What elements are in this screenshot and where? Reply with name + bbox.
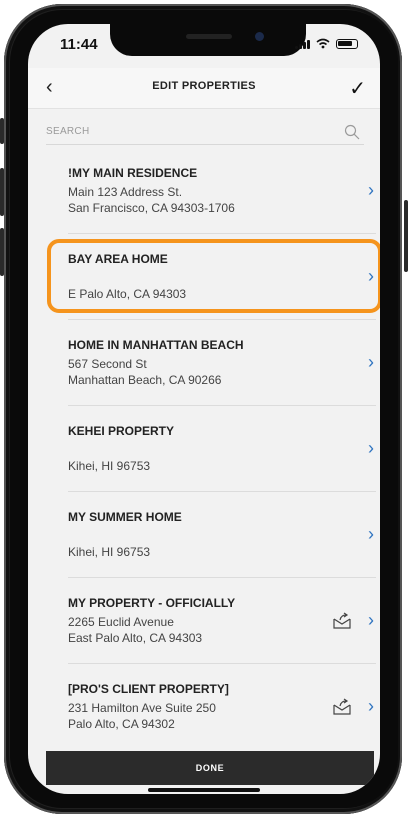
checkmark-icon[interactable]: ✓ — [349, 76, 366, 101]
mute-switch — [0, 118, 4, 144]
shared-property-icon — [333, 612, 351, 629]
property-address-line2: Manhattan Beach, CA 90266 — [68, 373, 222, 387]
nav-bar: ‹ EDIT PROPERTIES ✓ — [28, 68, 380, 109]
chevron-right-icon[interactable]: › — [368, 352, 374, 373]
property-name: [PRO'S CLIENT PROPERTY] — [68, 682, 229, 696]
property-address-line2: Palo Alto, CA 94302 — [68, 717, 175, 731]
chevron-right-icon[interactable]: › — [368, 696, 374, 717]
property-address-line1: 231 Hamilton Ave Suite 250 — [68, 701, 216, 715]
volume-down-button — [0, 228, 4, 276]
chevron-right-icon[interactable]: › — [368, 438, 374, 459]
search-input[interactable]: SEARCH — [46, 122, 364, 145]
status-time: 11:44 — [60, 36, 98, 53]
page-title: EDIT PROPERTIES — [152, 80, 256, 92]
property-item[interactable]: !MY MAIN RESIDENCE Main 123 Address St. … — [28, 148, 380, 234]
status-icons — [295, 38, 358, 49]
property-name: MY PROPERTY - OFFICIALLY — [68, 596, 236, 610]
status-bar: 11:44 — [28, 24, 380, 68]
property-name: KEHEI PROPERTY — [68, 424, 175, 438]
property-item[interactable]: HOME IN MANHATTAN BEACH 567 Second St Ma… — [28, 320, 380, 406]
shared-property-icon — [333, 698, 351, 715]
notch — [110, 24, 306, 56]
chevron-right-icon[interactable]: › — [368, 524, 374, 545]
property-name: MY SUMMER HOME — [68, 510, 182, 524]
property-address-line1: Main 123 Address St. — [68, 185, 183, 199]
battery-icon — [336, 38, 358, 49]
wifi-icon — [316, 38, 330, 49]
front-camera — [255, 32, 264, 41]
property-item[interactable]: [PRO'S CLIENT PROPERTY] 231 Hamilton Ave… — [28, 664, 380, 750]
search-icon[interactable] — [344, 124, 360, 140]
property-address-line1: 2265 Euclid Avenue — [68, 615, 174, 629]
chevron-right-icon[interactable]: › — [368, 180, 374, 201]
property-item[interactable]: MY PROPERTY - OFFICIALLY 2265 Euclid Ave… — [28, 578, 380, 664]
property-address-line1: 567 Second St — [68, 357, 147, 371]
speaker-grille — [186, 34, 232, 39]
property-address-line2: East Palo Alto, CA 94303 — [68, 631, 203, 645]
property-name: !MY MAIN RESIDENCE — [68, 166, 198, 180]
property-address-line2: Kihei, HI 96753 — [68, 459, 151, 473]
search-placeholder: SEARCH — [46, 126, 90, 137]
done-button[interactable]: DONE — [46, 751, 374, 785]
power-button — [404, 200, 408, 272]
highlight-frame — [47, 239, 380, 313]
cellular-signal-icon — [295, 38, 310, 49]
property-name: HOME IN MANHATTAN BEACH — [68, 338, 244, 352]
property-address-line2: Kihei, HI 96753 — [68, 545, 151, 559]
property-item[interactable]: MY SUMMER HOME Kihei, HI 96753 › — [28, 492, 380, 578]
property-address-line2: San Francisco, CA 94303-1706 — [68, 201, 235, 215]
app-screen: 11:44 ‹ EDIT PROPERTIES ✓ SEARCH !MY MAI… — [28, 24, 380, 794]
chevron-right-icon[interactable]: › — [368, 610, 374, 631]
volume-up-button — [0, 168, 4, 216]
property-item[interactable]: KEHEI PROPERTY Kihei, HI 96753 › — [28, 406, 380, 492]
home-indicator — [148, 788, 260, 792]
